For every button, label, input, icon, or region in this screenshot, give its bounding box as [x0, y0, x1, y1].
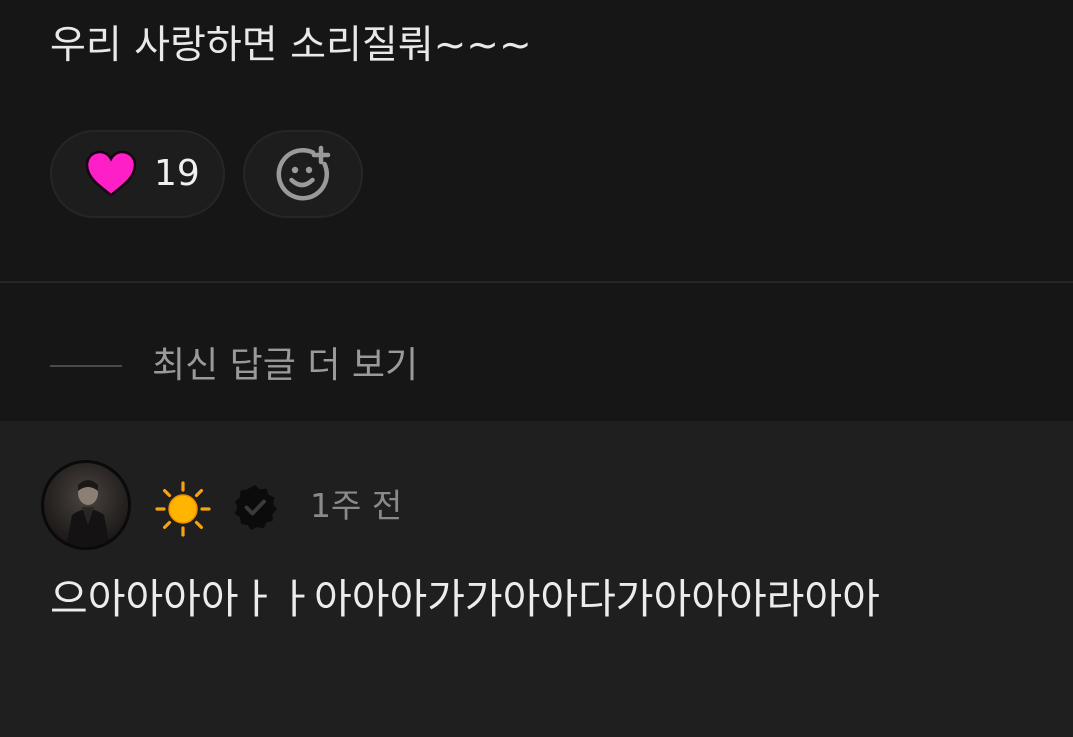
add-reaction-button[interactable]: [243, 130, 363, 218]
reply-item: 1주 전 으아아아아ㅏㅏ아아아가가아아다가아아아라아아: [0, 421, 1073, 737]
like-count: 19: [154, 153, 200, 194]
heart-icon: [85, 150, 137, 197]
more-replies-line: [50, 365, 122, 367]
more-replies-label: 최신 답글 더 보기: [152, 345, 419, 386]
verified-badge-icon: [234, 485, 277, 530]
avatar-photo: [44, 463, 128, 547]
avatar[interactable]: [41, 460, 131, 550]
reply-timestamp: 1주 전: [310, 486, 403, 525]
comment-thread: 우리 사랑하면 소리질뤄~~~ 19 최신 답글 더 보기 1주 전 으아아아아…: [0, 0, 1073, 737]
view-more-replies-button[interactable]: 최신 답글 더 보기: [50, 336, 418, 396]
like-button[interactable]: 19: [50, 130, 225, 218]
divider: [0, 281, 1073, 283]
reply-text: 으아아아아ㅏㅏ아아아가가아아다가아아아라아아: [50, 575, 880, 623]
sun-emoji-username[interactable]: [155, 481, 211, 537]
post-text: 우리 사랑하면 소리질뤄~~~: [50, 23, 532, 68]
add-reaction-smile-icon: [276, 145, 331, 201]
